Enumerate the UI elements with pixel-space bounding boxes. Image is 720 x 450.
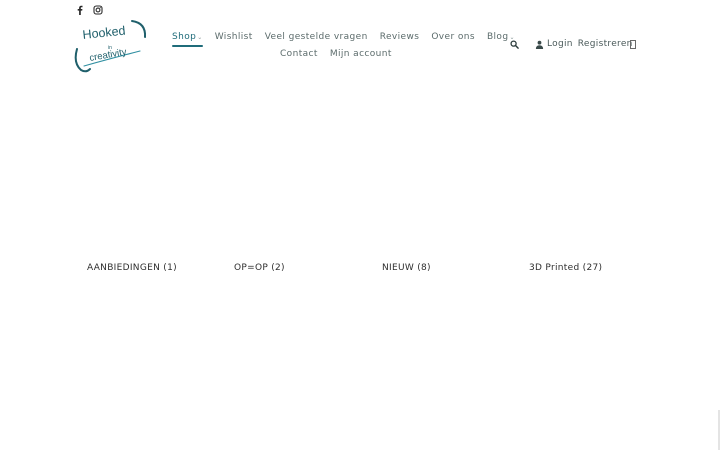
category-3d-printed[interactable]: 3D Printed (27)	[529, 263, 602, 273]
category-aanbiedingen[interactable]: AANBIEDINGEN (1)	[87, 263, 177, 273]
search-icon[interactable]	[510, 40, 519, 49]
logo-text-line3: creativity	[89, 47, 128, 64]
nav-item-reviews[interactable]: Reviews	[380, 32, 420, 42]
site-logo[interactable]: Hooked in creativity	[74, 19, 148, 73]
instagram-icon[interactable]	[93, 5, 103, 15]
nav-item-shop[interactable]: Shop⌄	[172, 32, 203, 47]
login-link[interactable]: Login	[547, 39, 573, 49]
facebook-icon[interactable]	[75, 5, 85, 15]
nav-item-contact[interactable]: Contact	[280, 49, 318, 59]
nav-item-faq[interactable]: Veel gestelde vragen	[265, 32, 368, 42]
social-links	[75, 5, 103, 15]
chevron-down-icon: ⌄	[197, 34, 203, 41]
account-links: Login Registreren	[535, 39, 633, 49]
page: Hooked in creativity Shop⌄ Wishlist Veel…	[0, 0, 720, 450]
nav-item-about[interactable]: Over ons	[431, 32, 475, 42]
main-nav: Shop⌄ Wishlist Veel gestelde vragen Revi…	[172, 30, 514, 61]
register-link[interactable]: Registreren	[578, 39, 633, 49]
category-nieuw[interactable]: NIEUW (8)	[382, 263, 431, 273]
nav-item-label: Blog	[486, 32, 509, 42]
user-icon	[535, 40, 544, 49]
cart-icon[interactable]	[630, 40, 636, 49]
logo-text-line1: Hooked	[82, 24, 126, 42]
nav-item-label: Shop	[172, 32, 197, 42]
category-op-op[interactable]: OP=OP (2)	[234, 263, 285, 273]
nav-item-my-account[interactable]: Mijn account	[330, 49, 392, 59]
nav-item-wishlist[interactable]: Wishlist	[215, 32, 253, 42]
